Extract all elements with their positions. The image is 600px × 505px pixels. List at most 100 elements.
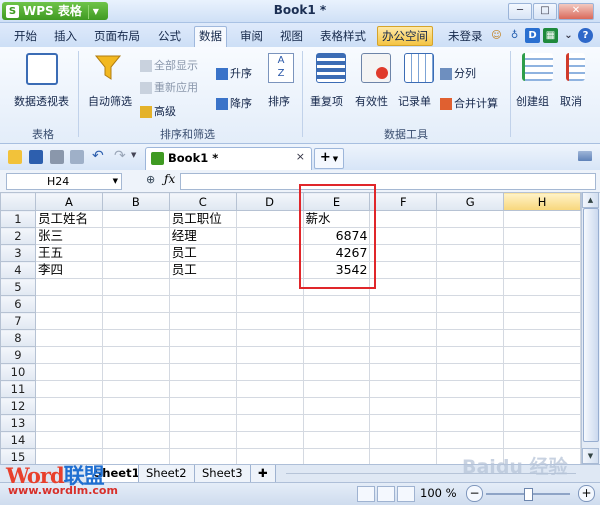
- advanced-filter-button[interactable]: 高级: [140, 103, 176, 119]
- vertical-scrollbar[interactable]: ▲ ▼: [581, 192, 599, 464]
- cell-g6[interactable]: [436, 295, 505, 313]
- cell-c8[interactable]: [168, 329, 237, 347]
- chevron-down-icon[interactable]: ⌄: [561, 28, 576, 43]
- cell-a2[interactable]: 张三: [34, 227, 103, 245]
- name-box[interactable]: H24 ▼: [6, 173, 122, 190]
- cell-f8[interactable]: [369, 329, 438, 347]
- formula-input[interactable]: [180, 173, 596, 190]
- cell-b10[interactable]: [101, 363, 170, 381]
- cell-h11[interactable]: [503, 380, 581, 398]
- cell-g5[interactable]: [436, 278, 505, 296]
- cell-g9[interactable]: [436, 346, 505, 364]
- cell-c4[interactable]: 员工: [168, 261, 237, 279]
- cell-a6[interactable]: [34, 295, 103, 313]
- cell-g14[interactable]: [436, 431, 505, 449]
- cell-g13[interactable]: [436, 414, 505, 432]
- cell-b14[interactable]: [101, 431, 170, 449]
- cell-f15[interactable]: [369, 448, 438, 464]
- shirt-icon[interactable]: ♁: [507, 28, 522, 43]
- sort-descending-button[interactable]: 降序: [216, 95, 252, 111]
- row-header[interactable]: 10: [0, 363, 36, 381]
- split-columns-button[interactable]: 分列: [440, 65, 476, 81]
- column-header-h[interactable]: H: [503, 192, 581, 211]
- cell-b9[interactable]: [101, 346, 170, 364]
- scroll-down-icon[interactable]: ▼: [582, 448, 599, 464]
- page-break-view-icon[interactable]: [397, 486, 415, 502]
- cell-b15[interactable]: [101, 448, 170, 464]
- cell-f11[interactable]: [369, 380, 438, 398]
- close-tab-icon[interactable]: ×: [296, 150, 305, 163]
- function-icon[interactable]: ƒx: [164, 172, 175, 186]
- row-header[interactable]: 7: [0, 312, 36, 330]
- tab-insert[interactable]: 插入: [50, 27, 81, 45]
- cell-g2[interactable]: [436, 227, 505, 245]
- cell-b1[interactable]: [101, 210, 170, 228]
- cell-e7[interactable]: [302, 312, 371, 330]
- cell-d8[interactable]: [235, 329, 304, 347]
- cell-f12[interactable]: [369, 397, 438, 415]
- cell-c3[interactable]: 员工: [168, 244, 237, 262]
- cell-a4[interactable]: 李四: [34, 261, 103, 279]
- cell-f1[interactable]: [369, 210, 438, 228]
- save-icon[interactable]: [29, 150, 43, 164]
- row-header[interactable]: 14: [0, 431, 36, 449]
- cell-e11[interactable]: [302, 380, 371, 398]
- cell-f14[interactable]: [369, 431, 438, 449]
- cell-a14[interactable]: [34, 431, 103, 449]
- d-icon[interactable]: D: [525, 28, 540, 43]
- cell-f6[interactable]: [369, 295, 438, 313]
- zoom-out-button[interactable]: −: [466, 485, 483, 502]
- cell-a13[interactable]: [34, 414, 103, 432]
- minimize-button[interactable]: ─: [508, 3, 532, 20]
- cell-c2[interactable]: 经理: [168, 227, 237, 245]
- open-folder-icon[interactable]: [8, 150, 22, 164]
- cell-a5[interactable]: [34, 278, 103, 296]
- cell-f5[interactable]: [369, 278, 438, 296]
- reapply-button[interactable]: 重新应用: [140, 79, 198, 95]
- cell-e6[interactable]: [302, 295, 371, 313]
- cell-d7[interactable]: [235, 312, 304, 330]
- cell-g11[interactable]: [436, 380, 505, 398]
- cell-d9[interactable]: [235, 346, 304, 364]
- cell-f7[interactable]: [369, 312, 438, 330]
- cell-h7[interactable]: [503, 312, 581, 330]
- row-header[interactable]: 12: [0, 397, 36, 415]
- cell-c1[interactable]: 员工职位: [168, 210, 237, 228]
- cell-h12[interactable]: [503, 397, 581, 415]
- show-all-button[interactable]: 全部显示: [140, 57, 198, 73]
- cell-c11[interactable]: [168, 380, 237, 398]
- sort-ascending-button[interactable]: 升序: [216, 65, 252, 81]
- cell-d14[interactable]: [235, 431, 304, 449]
- row-header[interactable]: 1: [0, 210, 36, 228]
- chevron-down-icon[interactable]: ▼: [131, 151, 136, 159]
- login-link[interactable]: 未登录: [444, 27, 487, 45]
- row-header[interactable]: 3: [0, 244, 36, 262]
- cell-c14[interactable]: [168, 431, 237, 449]
- scroll-thumb[interactable]: [583, 208, 599, 442]
- cell-e9[interactable]: [302, 346, 371, 364]
- cell-d13[interactable]: [235, 414, 304, 432]
- chevron-down-icon[interactable]: ▼: [87, 4, 103, 19]
- zoom-search-icon[interactable]: ⊕: [146, 173, 155, 186]
- column-header-c[interactable]: C: [168, 192, 237, 211]
- cell-d3[interactable]: [235, 244, 304, 262]
- consolidate-button[interactable]: 合并计算: [440, 95, 498, 111]
- cell-g7[interactable]: [436, 312, 505, 330]
- column-header-a[interactable]: A: [34, 192, 103, 211]
- column-header-d[interactable]: D: [235, 192, 304, 211]
- maximize-button[interactable]: □: [533, 3, 557, 20]
- cell-f9[interactable]: [369, 346, 438, 364]
- restore-panel-icon[interactable]: [578, 151, 592, 161]
- cell-e10[interactable]: [302, 363, 371, 381]
- cell-h10[interactable]: [503, 363, 581, 381]
- close-button[interactable]: ✕: [558, 3, 594, 20]
- cell-g12[interactable]: [436, 397, 505, 415]
- cell-f2[interactable]: [369, 227, 438, 245]
- chevron-down-icon[interactable]: ▼: [113, 174, 118, 189]
- cell-c12[interactable]: [168, 397, 237, 415]
- row-header[interactable]: 11: [0, 380, 36, 398]
- cell-b3[interactable]: [101, 244, 170, 262]
- tab-table-style[interactable]: 表格样式: [316, 27, 370, 45]
- wps-app-button[interactable]: S WPS 表格 ▼: [2, 2, 108, 20]
- tab-office-space[interactable]: 办公空间: [377, 26, 433, 46]
